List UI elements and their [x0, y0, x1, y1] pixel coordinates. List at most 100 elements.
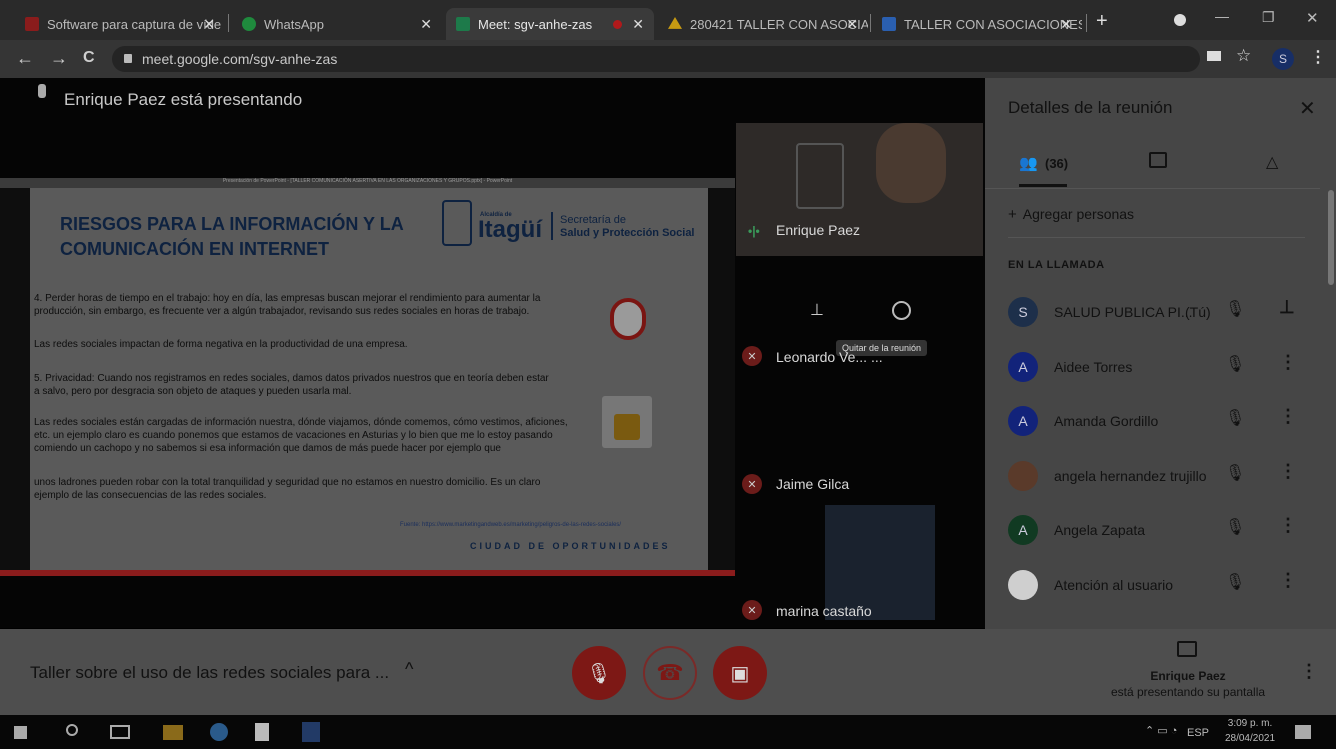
browser-menu-icon[interactable]: ⋮ — [1310, 47, 1326, 67]
add-people-label: Agregar personas — [1022, 206, 1135, 222]
avatar — [1008, 460, 1038, 491]
section-heading: EN LA LLAMADA — [1008, 259, 1105, 271]
participant-video — [876, 123, 946, 203]
tab-whatsapp[interactable]: WhatsApp ✕ — [232, 8, 442, 40]
slide-title-line1: RIESGOS PARA LA INFORMACIÓN Y LA — [60, 214, 404, 234]
hang-up-icon: ☎ — [656, 660, 684, 685]
participant-row[interactable]: A Amanda Gordillo 🎙 ⋮ — [985, 394, 1320, 448]
tab-drive-file[interactable]: 280421 TALLER CON ASOCIA ✕ — [658, 8, 868, 40]
task-view-icon[interactable] — [110, 725, 130, 739]
more-options-icon[interactable]: ⋮ — [1279, 461, 1297, 482]
mic-muted-icon: 🎙 — [1225, 355, 1246, 373]
system-tray-icons[interactable]: ⌃ ▭ ◔ — [1145, 724, 1177, 737]
clock-time[interactable]: 3:09 p. m. — [1220, 718, 1280, 729]
tab-close-icon[interactable]: ✕ — [420, 16, 432, 33]
more-options-icon[interactable]: ⋮ — [1279, 515, 1297, 536]
mic-toggle-button[interactable]: 🎙 — [572, 646, 626, 700]
you-label: (Tú) — [1185, 304, 1211, 320]
mic-muted-icon: 🎙 — [1225, 464, 1246, 482]
close-panel-icon[interactable]: ✕ — [1299, 96, 1316, 121]
add-person-icon: + — [1008, 205, 1017, 223]
camera-toggle-button[interactable]: ▣ — [713, 646, 767, 700]
tab-favicon-icon — [25, 17, 39, 31]
tab-people[interactable]: 👥 (36) — [1019, 150, 1099, 188]
search-icon[interactable] — [66, 724, 78, 736]
new-tab-button[interactable]: + — [1096, 10, 1108, 33]
slide-paragraph-4: unos ladrones pueden robar con la total … — [34, 477, 541, 501]
tab-label: Software para captura de víde — [47, 16, 222, 32]
slide-left-border — [0, 188, 30, 570]
tile-name: Leonardo Ve... ... — [776, 349, 883, 365]
file-explorer-icon[interactable] — [163, 725, 183, 740]
itagui-crest-icon — [442, 200, 472, 246]
tab-docs[interactable]: TALLER CON ASOCIACIONES ✕ — [872, 8, 1082, 40]
clock-worker-icon — [610, 298, 646, 340]
divider — [1008, 237, 1305, 238]
presenter-name: Enrique Paez — [1150, 669, 1226, 683]
present-screen-icon[interactable] — [1177, 641, 1197, 657]
presented-slide: RIESGOS PARA LA INFORMACIÓN Y LA COMUNIC… — [30, 188, 708, 570]
mic-muted-icon: 🎙 — [1225, 410, 1246, 427]
mic-off-icon: ✕ — [742, 600, 762, 620]
add-people-button[interactable]: + Agregar personas — [1008, 203, 1134, 225]
more-options-icon[interactable]: ⋮ — [1279, 352, 1297, 373]
participant-row[interactable]: angela hernandez trujillo 🎙 ⋮ — [985, 449, 1320, 503]
remove-icon[interactable] — [892, 301, 911, 320]
chat-icon[interactable] — [1149, 152, 1167, 168]
google-docs-icon — [882, 17, 896, 31]
chevron-up-icon[interactable]: ^ — [405, 659, 413, 680]
mic-muted-icon: 🎙 — [1225, 301, 1246, 318]
active-tab-indicator — [1019, 184, 1067, 187]
pin-icon[interactable]: ⊥ — [1279, 297, 1295, 318]
more-options-icon[interactable]: ⋮ — [1279, 570, 1297, 591]
url-text: meet.google.com/sgv-anhe-zas — [142, 51, 338, 67]
recording-icon — [613, 19, 622, 29]
tab-meet[interactable]: Meet: sgv-anhe-zas ✕ — [446, 8, 654, 40]
participant-row[interactable]: A Aidee Torres 🎙 ⋮ — [985, 340, 1320, 394]
clock-date[interactable]: 28/04/2021 — [1220, 733, 1280, 744]
tab-close-icon[interactable]: ✕ — [846, 16, 858, 33]
app-icon[interactable] — [302, 722, 320, 742]
slide-paragraph-3: Las redes sociales están cargadas de inf… — [34, 417, 568, 454]
language-indicator[interactable]: ESP — [1187, 727, 1209, 739]
tab-search-icon[interactable] — [1174, 14, 1186, 26]
chrome-icon[interactable] — [210, 723, 228, 741]
participant-row[interactable]: Atención al usuario 🎙 ⋮ — [985, 558, 1320, 612]
participant-row[interactable]: A Angela Zapata 🎙 ⋮ — [985, 503, 1320, 557]
mic-off-icon: ✕ — [742, 474, 762, 494]
meeting-title: Taller sobre el uso de las redes sociale… — [30, 663, 390, 682]
notifications-icon[interactable] — [1295, 725, 1311, 739]
minimize-button[interactable]: — — [1215, 8, 1229, 24]
profile-avatar[interactable]: S — [1272, 48, 1294, 70]
mic-muted-icon: 🎙 — [1225, 519, 1246, 536]
reload-icon[interactable]: C — [83, 49, 95, 67]
windows-start-icon[interactable] — [14, 726, 27, 739]
tab-close-icon[interactable]: ✕ — [1060, 16, 1072, 33]
windows-taskbar: ⌃ ▭ ◔ ESP 3:09 p. m. 28/04/2021 — [0, 715, 1336, 749]
activities-icon[interactable]: △ — [1266, 152, 1278, 172]
tab-software-captura[interactable]: Software para captura de víde ✕ — [15, 8, 225, 40]
presenter-banner: Enrique Paez está presentando — [64, 90, 303, 109]
participant-row[interactable]: S SALUD PUBLICA PI... (Tú) 🎙 ⊥ — [985, 285, 1320, 339]
tab-label: TALLER CON ASOCIACIONES — [904, 16, 1082, 32]
bookmark-star-icon[interactable]: ☆ — [1236, 46, 1251, 66]
forward-icon[interactable]: → — [50, 48, 68, 69]
ppt-status-bar — [0, 570, 735, 576]
document-icon[interactable] — [255, 723, 269, 741]
restore-button[interactable]: ❐ — [1262, 9, 1275, 26]
more-options-icon[interactable]: ⋮ — [1279, 406, 1297, 427]
leave-call-button[interactable]: ☎ — [643, 646, 697, 700]
avatar: A — [1008, 406, 1038, 436]
back-icon[interactable]: ← — [16, 48, 34, 69]
more-options-icon[interactable]: ⋮ — [1300, 661, 1318, 682]
scrollbar-thumb[interactable] — [1328, 190, 1334, 285]
tab-close-icon[interactable]: ✕ — [632, 16, 644, 33]
pin-icon[interactable]: ⊥ — [810, 300, 824, 320]
slide-footer: CIUDAD DE OPORTUNIDADES — [470, 541, 671, 551]
secretaria-line1: Secretaría de — [560, 214, 627, 226]
avatar: A — [1008, 351, 1038, 382]
tab-close-icon[interactable]: ✕ — [203, 16, 215, 33]
close-window-button[interactable]: ✕ — [1306, 9, 1319, 27]
camera-icon[interactable] — [1207, 51, 1221, 61]
url-input[interactable]: meet.google.com/sgv-anhe-zas — [112, 46, 1200, 72]
